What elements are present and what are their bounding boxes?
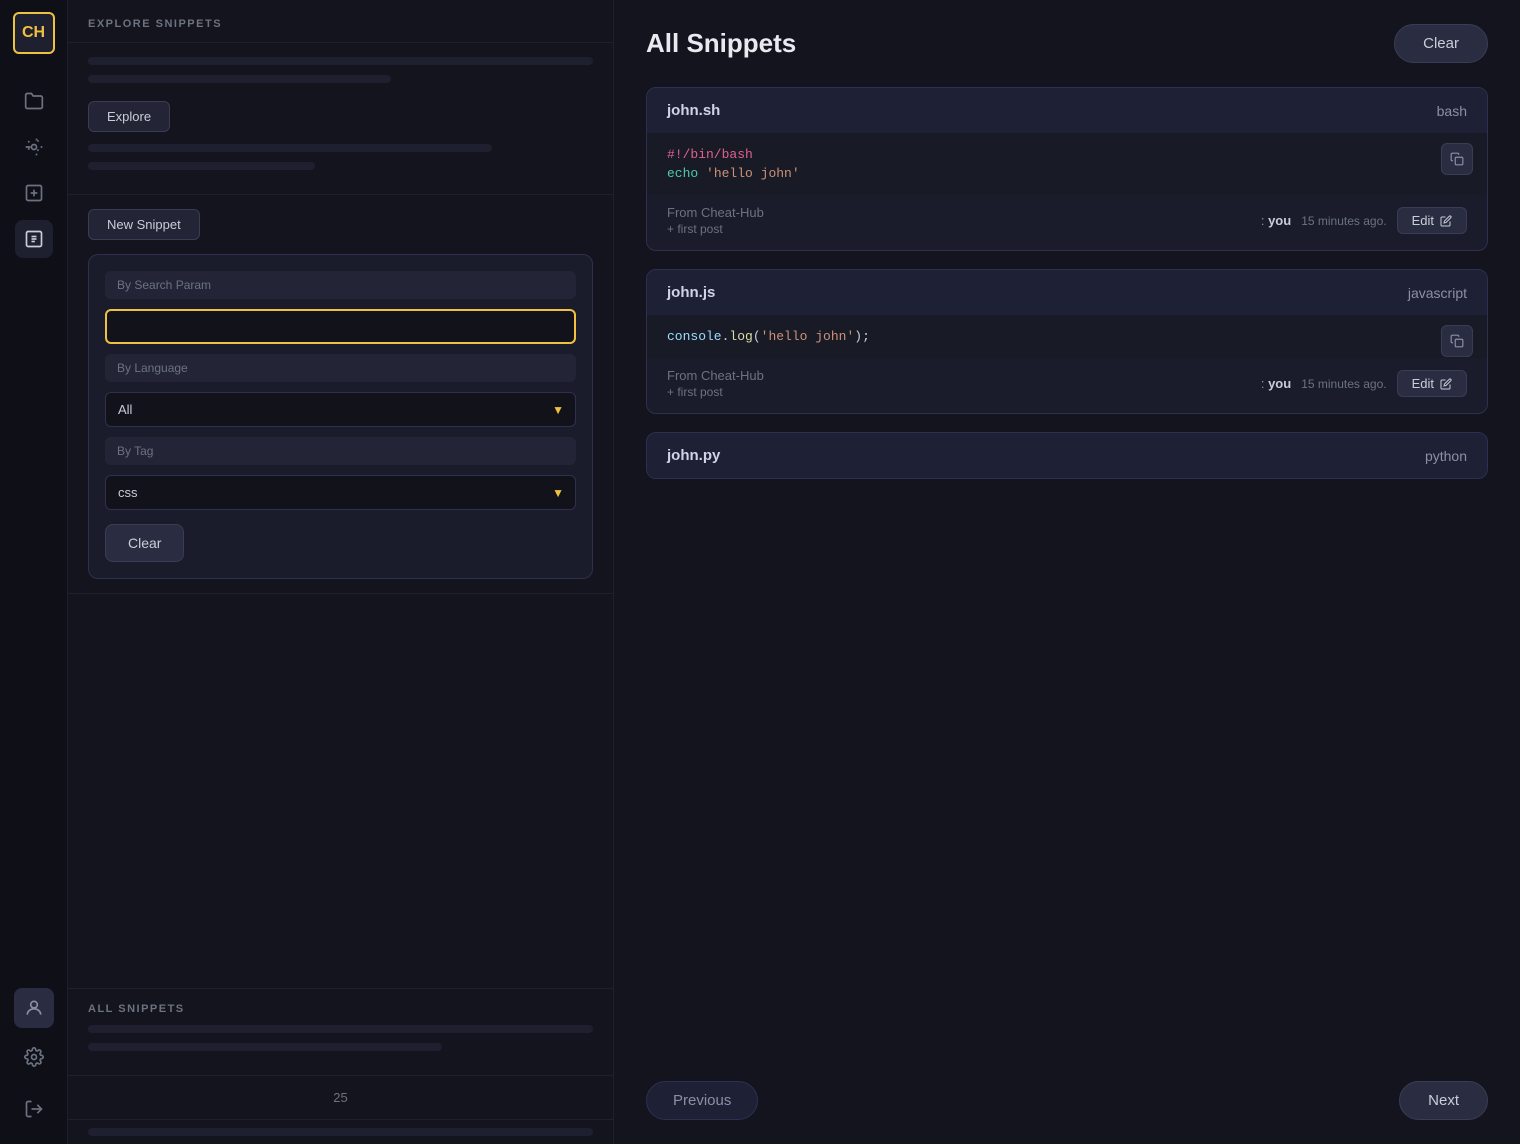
sidebar-item-folder[interactable]: [15, 82, 53, 120]
search-input[interactable]: [105, 309, 576, 344]
snippet-body-johnjs: console.log('hello john');: [647, 315, 1487, 358]
snippet-body-johnsh: #!/bin/bash echo 'hello john': [647, 133, 1487, 195]
edit-button-johnjs[interactable]: Edit: [1397, 370, 1467, 397]
explore-bar-decoration-2: [88, 75, 391, 83]
page-number: 25: [333, 1090, 347, 1105]
explore-bar-decoration-4: [88, 162, 315, 170]
snippet-time-johnsh: 15 minutes ago.: [1301, 214, 1386, 228]
sidebar-item-magic[interactable]: [15, 128, 53, 166]
pagination: Previous Next: [646, 1057, 1488, 1120]
snippet-card-johnpy: john.py python: [646, 432, 1488, 479]
explore-bar-decoration-3: [88, 144, 492, 152]
right-header: All Snippets Clear: [646, 24, 1488, 63]
code-line-console: console.log('hello john');: [667, 329, 1467, 344]
snippet-footer-johnsh: From Cheat-Hub + first post : you 15 min…: [647, 195, 1487, 250]
explore-section: Explore: [68, 43, 613, 195]
new-snippet-section: New Snippet By Search Param By Language …: [68, 195, 613, 594]
snippet-card-header-johnsh: john.sh bash: [647, 88, 1487, 133]
snippet-filename-johnsh: john.sh: [667, 102, 720, 119]
filter-box: By Search Param By Language All JavaScri…: [88, 254, 593, 579]
snippet-lang-johnsh: bash: [1437, 103, 1467, 119]
code-line-shebang: #!/bin/bash: [667, 147, 1467, 162]
spacer: [68, 594, 613, 989]
snippet-meta-johnjs: : you 15 minutes ago. Edit: [1261, 370, 1467, 397]
all-snippets-bar-2: [88, 1043, 442, 1051]
next-button[interactable]: Next: [1399, 1081, 1488, 1120]
explore-bar-decoration: [88, 57, 593, 65]
snippet-meta-johnsh: : you 15 minutes ago. Edit: [1261, 207, 1467, 234]
snippet-lang-johnpy: python: [1425, 448, 1467, 464]
snippet-card-header-johnjs: john.js javascript: [647, 270, 1487, 315]
snippet-footer-johnjs: From Cheat-Hub + first post : you 15 min…: [647, 358, 1487, 413]
user-avatar[interactable]: [14, 988, 54, 1028]
copy-button-johnjs[interactable]: [1441, 325, 1473, 357]
clear-main-button[interactable]: Clear: [1394, 24, 1488, 63]
snippet-card-header-johnpy: john.py python: [647, 433, 1487, 478]
sidebar-item-snippets[interactable]: [15, 220, 53, 258]
snippet-card-johnjs: john.js javascript console.log('hello jo…: [646, 269, 1488, 414]
copy-button-johnsh[interactable]: [1441, 143, 1473, 175]
search-param-label: By Search Param: [105, 271, 576, 299]
all-snippets-bar-1: [88, 1025, 593, 1033]
explore-button[interactable]: Explore: [88, 101, 170, 132]
sidebar: CH: [0, 0, 68, 1144]
snippet-user-johnsh: : you: [1261, 213, 1291, 228]
sidebar-item-add[interactable]: [15, 174, 53, 212]
first-post-johnjs: + first post: [667, 385, 764, 399]
app-logo[interactable]: CH: [13, 12, 55, 54]
snippet-user-johnjs: : you: [1261, 376, 1291, 391]
new-snippet-button[interactable]: New Snippet: [88, 209, 200, 240]
bottom-bar-decoration: [88, 1128, 593, 1136]
all-snippets-section: ALL SNIPPETS: [68, 989, 613, 1076]
snippet-time-johnjs: 15 minutes ago.: [1301, 377, 1386, 391]
snippet-card-johnsh: john.sh bash #!/bin/bash echo 'hello joh…: [646, 87, 1488, 251]
previous-button[interactable]: Previous: [646, 1081, 758, 1120]
edit-button-johnsh[interactable]: Edit: [1397, 207, 1467, 234]
tag-select-wrapper: css javascript python bash html ▼: [105, 475, 576, 510]
all-snippets-header: ALL SNIPPETS: [88, 1003, 593, 1025]
left-panel: EXPLORE SNIPPETS Explore New Snippet By …: [68, 0, 614, 1144]
tag-label: By Tag: [105, 437, 576, 465]
right-panel: All Snippets Clear john.sh bash #!/bin/b…: [614, 0, 1520, 1144]
tag-select[interactable]: css javascript python bash html: [105, 475, 576, 510]
snippet-source-johnjs: From Cheat-Hub: [667, 368, 764, 383]
logout-icon[interactable]: [15, 1090, 53, 1128]
explore-header: EXPLORE SNIPPETS: [68, 0, 613, 43]
snippet-lang-johnjs: javascript: [1408, 285, 1467, 301]
clear-filter-button[interactable]: Clear: [105, 524, 184, 562]
page-number-row: 25: [68, 1076, 613, 1120]
settings-icon[interactable]: [15, 1038, 53, 1076]
snippet-source-johnsh: From Cheat-Hub: [667, 205, 764, 220]
page-title: All Snippets: [646, 28, 796, 59]
language-select-wrapper: All JavaScript Python Bash CSS TypeScrip…: [105, 392, 576, 427]
language-label: By Language: [105, 354, 576, 382]
snippet-filename-johnjs: john.js: [667, 284, 715, 301]
first-post-johnsh: + first post: [667, 222, 764, 236]
snippet-filename-johnpy: john.py: [667, 447, 720, 464]
language-select[interactable]: All JavaScript Python Bash CSS TypeScrip…: [105, 392, 576, 427]
code-line-echo: echo 'hello john': [667, 166, 1467, 181]
